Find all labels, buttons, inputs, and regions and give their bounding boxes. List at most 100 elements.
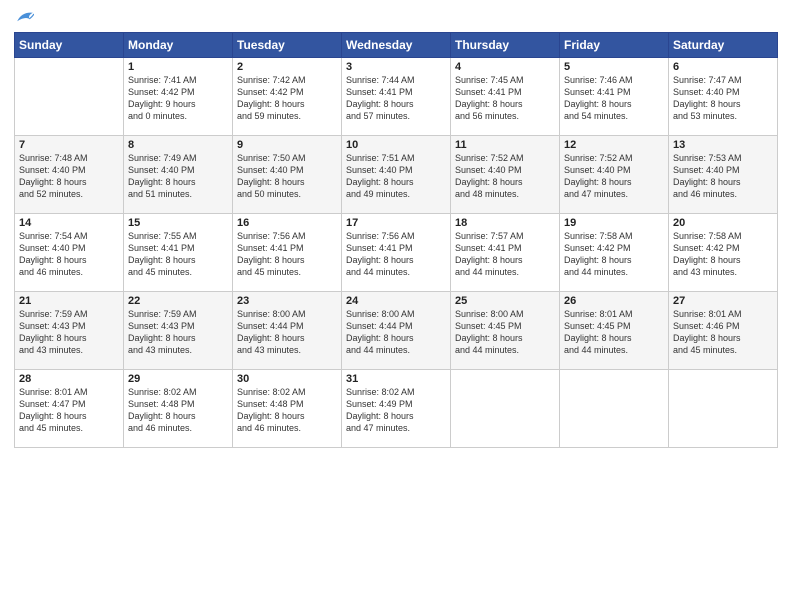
cell-content: Sunrise: 7:42 AM Sunset: 4:42 PM Dayligh…	[237, 74, 337, 123]
cell-content: Sunrise: 8:02 AM Sunset: 4:49 PM Dayligh…	[346, 386, 446, 435]
day-header-saturday: Saturday	[669, 33, 778, 58]
day-number: 23	[237, 295, 337, 307]
calendar-cell: 3Sunrise: 7:44 AM Sunset: 4:41 PM Daylig…	[342, 58, 451, 136]
cell-content: Sunrise: 8:00 AM Sunset: 4:45 PM Dayligh…	[455, 308, 555, 357]
day-header-sunday: Sunday	[15, 33, 124, 58]
calendar-cell	[669, 370, 778, 448]
calendar-cell: 23Sunrise: 8:00 AM Sunset: 4:44 PM Dayli…	[233, 292, 342, 370]
calendar-cell: 20Sunrise: 7:58 AM Sunset: 4:42 PM Dayli…	[669, 214, 778, 292]
cell-content: Sunrise: 7:55 AM Sunset: 4:41 PM Dayligh…	[128, 230, 228, 279]
calendar-cell: 25Sunrise: 8:00 AM Sunset: 4:45 PM Dayli…	[451, 292, 560, 370]
cell-content: Sunrise: 7:59 AM Sunset: 4:43 PM Dayligh…	[19, 308, 119, 357]
cell-content: Sunrise: 8:01 AM Sunset: 4:46 PM Dayligh…	[673, 308, 773, 357]
calendar-cell: 19Sunrise: 7:58 AM Sunset: 4:42 PM Dayli…	[560, 214, 669, 292]
day-header-tuesday: Tuesday	[233, 33, 342, 58]
day-number: 21	[19, 295, 119, 307]
calendar-cell: 22Sunrise: 7:59 AM Sunset: 4:43 PM Dayli…	[124, 292, 233, 370]
cell-content: Sunrise: 7:56 AM Sunset: 4:41 PM Dayligh…	[237, 230, 337, 279]
calendar-cell: 10Sunrise: 7:51 AM Sunset: 4:40 PM Dayli…	[342, 136, 451, 214]
calendar-cell: 4Sunrise: 7:45 AM Sunset: 4:41 PM Daylig…	[451, 58, 560, 136]
day-number: 5	[564, 61, 664, 73]
cell-content: Sunrise: 7:52 AM Sunset: 4:40 PM Dayligh…	[564, 152, 664, 201]
day-number: 14	[19, 217, 119, 229]
calendar-cell	[560, 370, 669, 448]
logo	[14, 10, 34, 24]
week-row-5: 28Sunrise: 8:01 AM Sunset: 4:47 PM Dayli…	[15, 370, 778, 448]
cell-content: Sunrise: 7:58 AM Sunset: 4:42 PM Dayligh…	[673, 230, 773, 279]
day-number: 17	[346, 217, 446, 229]
day-header-monday: Monday	[124, 33, 233, 58]
day-header-thursday: Thursday	[451, 33, 560, 58]
calendar-cell: 12Sunrise: 7:52 AM Sunset: 4:40 PM Dayli…	[560, 136, 669, 214]
header-row: SundayMondayTuesdayWednesdayThursdayFrid…	[15, 33, 778, 58]
calendar-cell: 8Sunrise: 7:49 AM Sunset: 4:40 PM Daylig…	[124, 136, 233, 214]
day-header-wednesday: Wednesday	[342, 33, 451, 58]
calendar-cell: 27Sunrise: 8:01 AM Sunset: 4:46 PM Dayli…	[669, 292, 778, 370]
cell-content: Sunrise: 7:57 AM Sunset: 4:41 PM Dayligh…	[455, 230, 555, 279]
day-number: 1	[128, 61, 228, 73]
day-number: 28	[19, 373, 119, 385]
day-number: 3	[346, 61, 446, 73]
calendar-cell: 31Sunrise: 8:02 AM Sunset: 4:49 PM Dayli…	[342, 370, 451, 448]
cell-content: Sunrise: 7:47 AM Sunset: 4:40 PM Dayligh…	[673, 74, 773, 123]
cell-content: Sunrise: 7:52 AM Sunset: 4:40 PM Dayligh…	[455, 152, 555, 201]
calendar-cell: 29Sunrise: 8:02 AM Sunset: 4:48 PM Dayli…	[124, 370, 233, 448]
cell-content: Sunrise: 8:02 AM Sunset: 4:48 PM Dayligh…	[237, 386, 337, 435]
calendar-cell: 30Sunrise: 8:02 AM Sunset: 4:48 PM Dayli…	[233, 370, 342, 448]
cell-content: Sunrise: 7:46 AM Sunset: 4:41 PM Dayligh…	[564, 74, 664, 123]
day-number: 13	[673, 139, 773, 151]
cell-content: Sunrise: 8:00 AM Sunset: 4:44 PM Dayligh…	[237, 308, 337, 357]
day-number: 2	[237, 61, 337, 73]
calendar-cell: 7Sunrise: 7:48 AM Sunset: 4:40 PM Daylig…	[15, 136, 124, 214]
calendar-cell: 28Sunrise: 8:01 AM Sunset: 4:47 PM Dayli…	[15, 370, 124, 448]
calendar-cell: 17Sunrise: 7:56 AM Sunset: 4:41 PM Dayli…	[342, 214, 451, 292]
day-number: 12	[564, 139, 664, 151]
calendar-cell	[15, 58, 124, 136]
cell-content: Sunrise: 7:50 AM Sunset: 4:40 PM Dayligh…	[237, 152, 337, 201]
cell-content: Sunrise: 7:48 AM Sunset: 4:40 PM Dayligh…	[19, 152, 119, 201]
cell-content: Sunrise: 7:54 AM Sunset: 4:40 PM Dayligh…	[19, 230, 119, 279]
calendar-cell: 9Sunrise: 7:50 AM Sunset: 4:40 PM Daylig…	[233, 136, 342, 214]
cell-content: Sunrise: 7:45 AM Sunset: 4:41 PM Dayligh…	[455, 74, 555, 123]
calendar-cell: 15Sunrise: 7:55 AM Sunset: 4:41 PM Dayli…	[124, 214, 233, 292]
calendar-cell: 14Sunrise: 7:54 AM Sunset: 4:40 PM Dayli…	[15, 214, 124, 292]
cell-content: Sunrise: 8:01 AM Sunset: 4:47 PM Dayligh…	[19, 386, 119, 435]
calendar-cell: 6Sunrise: 7:47 AM Sunset: 4:40 PM Daylig…	[669, 58, 778, 136]
day-number: 16	[237, 217, 337, 229]
cell-content: Sunrise: 7:44 AM Sunset: 4:41 PM Dayligh…	[346, 74, 446, 123]
day-number: 11	[455, 139, 555, 151]
calendar-cell: 11Sunrise: 7:52 AM Sunset: 4:40 PM Dayli…	[451, 136, 560, 214]
day-number: 18	[455, 217, 555, 229]
cell-content: Sunrise: 7:51 AM Sunset: 4:40 PM Dayligh…	[346, 152, 446, 201]
day-number: 9	[237, 139, 337, 151]
calendar-cell: 13Sunrise: 7:53 AM Sunset: 4:40 PM Dayli…	[669, 136, 778, 214]
day-number: 20	[673, 217, 773, 229]
day-number: 19	[564, 217, 664, 229]
calendar-table: SundayMondayTuesdayWednesdayThursdayFrid…	[14, 32, 778, 448]
cell-content: Sunrise: 7:49 AM Sunset: 4:40 PM Dayligh…	[128, 152, 228, 201]
calendar-cell	[451, 370, 560, 448]
cell-content: Sunrise: 8:00 AM Sunset: 4:44 PM Dayligh…	[346, 308, 446, 357]
day-number: 7	[19, 139, 119, 151]
day-number: 29	[128, 373, 228, 385]
day-number: 8	[128, 139, 228, 151]
cell-content: Sunrise: 8:02 AM Sunset: 4:48 PM Dayligh…	[128, 386, 228, 435]
week-row-2: 7Sunrise: 7:48 AM Sunset: 4:40 PM Daylig…	[15, 136, 778, 214]
week-row-3: 14Sunrise: 7:54 AM Sunset: 4:40 PM Dayli…	[15, 214, 778, 292]
day-number: 4	[455, 61, 555, 73]
day-number: 31	[346, 373, 446, 385]
cell-content: Sunrise: 7:53 AM Sunset: 4:40 PM Dayligh…	[673, 152, 773, 201]
calendar-cell: 26Sunrise: 8:01 AM Sunset: 4:45 PM Dayli…	[560, 292, 669, 370]
header	[14, 10, 778, 24]
calendar-cell: 21Sunrise: 7:59 AM Sunset: 4:43 PM Dayli…	[15, 292, 124, 370]
cell-content: Sunrise: 7:41 AM Sunset: 4:42 PM Dayligh…	[128, 74, 228, 123]
day-number: 22	[128, 295, 228, 307]
calendar-cell: 1Sunrise: 7:41 AM Sunset: 4:42 PM Daylig…	[124, 58, 233, 136]
cell-content: Sunrise: 7:58 AM Sunset: 4:42 PM Dayligh…	[564, 230, 664, 279]
cell-content: Sunrise: 7:59 AM Sunset: 4:43 PM Dayligh…	[128, 308, 228, 357]
week-row-4: 21Sunrise: 7:59 AM Sunset: 4:43 PM Dayli…	[15, 292, 778, 370]
day-number: 10	[346, 139, 446, 151]
week-row-1: 1Sunrise: 7:41 AM Sunset: 4:42 PM Daylig…	[15, 58, 778, 136]
calendar-container: SundayMondayTuesdayWednesdayThursdayFrid…	[0, 0, 792, 458]
calendar-cell: 16Sunrise: 7:56 AM Sunset: 4:41 PM Dayli…	[233, 214, 342, 292]
